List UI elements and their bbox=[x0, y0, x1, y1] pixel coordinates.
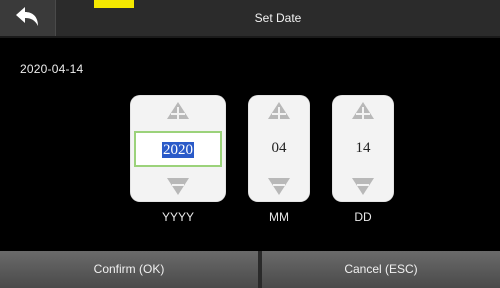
year-decrement-icon[interactable] bbox=[165, 175, 191, 197]
title-bar: Set Date bbox=[0, 0, 500, 36]
confirm-button[interactable]: Confirm (OK) bbox=[0, 251, 258, 288]
footer-bar: Confirm (OK) Cancel (ESC) bbox=[0, 251, 500, 288]
day-decrement-icon[interactable] bbox=[350, 175, 376, 197]
year-increment-icon[interactable] bbox=[165, 99, 191, 125]
year-spinner[interactable]: 2020 bbox=[130, 95, 226, 202]
day-increment-icon[interactable] bbox=[350, 99, 376, 125]
day-label: DD bbox=[354, 210, 372, 224]
month-value[interactable]: 04 bbox=[254, 131, 304, 167]
month-spinner[interactable]: 04 bbox=[248, 95, 310, 202]
year-value: 2020 bbox=[162, 142, 194, 158]
month-increment-icon[interactable] bbox=[266, 99, 292, 125]
day-value[interactable]: 14 bbox=[338, 131, 388, 167]
back-button[interactable] bbox=[0, 0, 56, 36]
month-decrement-icon[interactable] bbox=[266, 175, 292, 197]
year-label: YYYY bbox=[161, 210, 194, 224]
cancel-button[interactable]: Cancel (ESC) bbox=[262, 251, 500, 288]
back-arrow-icon bbox=[16, 7, 38, 26]
highlight-marker bbox=[94, 0, 134, 8]
year-value-field[interactable]: 2020 bbox=[134, 131, 222, 167]
month-label: MM bbox=[269, 210, 289, 224]
day-spinner[interactable]: 14 bbox=[332, 95, 394, 202]
current-date-display: 2020-04-14 bbox=[20, 62, 84, 76]
header-divider bbox=[0, 36, 500, 38]
